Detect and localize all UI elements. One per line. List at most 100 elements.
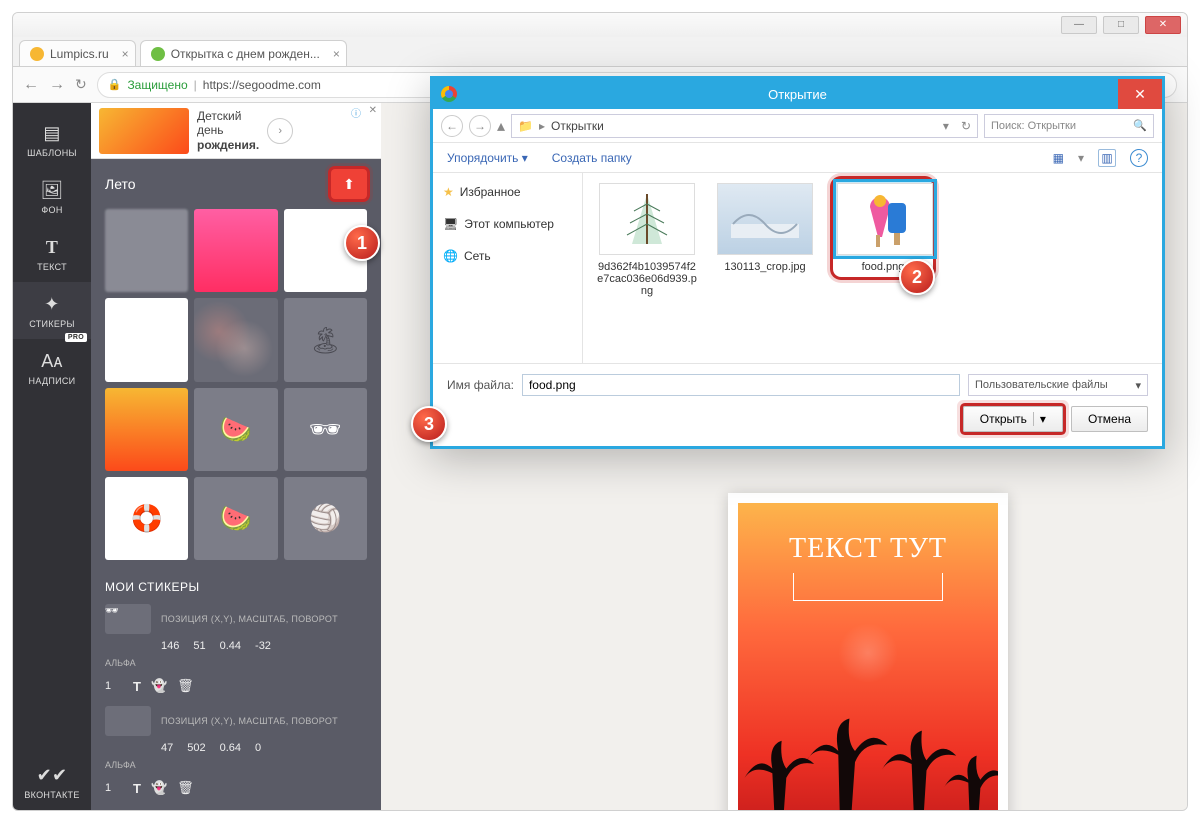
stickers-icon: ✦ [13, 294, 91, 315]
tool-delete-icon[interactable]: 🗑 [177, 780, 194, 796]
open-button[interactable]: Открыть ▾ [963, 406, 1063, 432]
sticker-thumb[interactable] [105, 209, 188, 292]
sticker-thumb[interactable]: 🍉 [194, 477, 277, 560]
templates-icon: ▤ [13, 123, 91, 144]
nav-vk[interactable]: ✔✔ ВКОНТАКТЕ [13, 753, 91, 810]
nav-label: НАДПИСИ [29, 376, 76, 386]
ad-close-icon[interactable]: ✕ [369, 105, 377, 116]
sticker-thumb[interactable] [105, 388, 188, 471]
dialog-path[interactable]: 📁 ▸ Открытки ▾ ↻ [511, 114, 978, 138]
os-maximize-button[interactable]: □ [1103, 16, 1139, 34]
cancel-button[interactable]: Отмена [1071, 406, 1148, 432]
tab-close-icon[interactable]: × [333, 47, 340, 61]
tree-favorites[interactable]: ★Избранное [439, 181, 576, 203]
back-button[interactable]: ← [23, 76, 39, 94]
dialog-up-button[interactable]: ▴ [497, 116, 505, 136]
filename-input[interactable] [522, 374, 960, 396]
instance-labels: ПОЗИЦИЯ (X,Y), МАСШТАБ, ПОВОРОТ [161, 614, 338, 624]
nav-label: ТЕКСТ [37, 262, 67, 272]
tab-close-icon[interactable]: × [122, 47, 129, 61]
dialog-search-input[interactable]: Поиск: Открытки 🔍 [984, 114, 1154, 138]
alpha-label: АЛЬФА [91, 654, 381, 678]
favicon-icon [151, 47, 165, 61]
dialog-back-button[interactable]: ← [441, 115, 463, 137]
ad-next-button[interactable]: › [267, 118, 293, 144]
tree-this-pc[interactable]: 🖥Этот компьютер [439, 213, 576, 235]
preview-pane-button[interactable]: ▥ [1098, 149, 1116, 167]
tree-network[interactable]: 🌐Сеть [439, 245, 576, 267]
folder-icon: 📁 [518, 119, 533, 133]
tool-delete-icon[interactable]: 🗑 [177, 678, 194, 694]
postcard-canvas[interactable]: ТЕКСТ ТУТ [728, 493, 1008, 811]
file-item[interactable]: 9d362f4b1039574f2e7cac036e06d939.png [597, 183, 697, 297]
view-mode-button[interactable]: ▦ [1053, 151, 1064, 165]
lock-icon: 🔒 [108, 78, 122, 91]
ad-banner[interactable]: ⓘ ✕ Детский день рождения. › [91, 103, 381, 159]
nav-text[interactable]: T ТЕКСТ [13, 225, 91, 282]
chevron-down-icon[interactable]: ▾ [943, 119, 949, 133]
instance-thumb: 🕶 [105, 604, 151, 634]
sticker-thumb[interactable]: 🏝 [284, 298, 367, 381]
sticker-thumb[interactable]: 🕶 [284, 388, 367, 471]
my-stickers-heading: МОИ СТИКЕРЫ [91, 570, 381, 600]
annotation-badge-1: 1 [344, 225, 380, 261]
sticker-thumb[interactable]: 🍉 [194, 388, 277, 471]
dialog-forward-button[interactable]: → [469, 115, 491, 137]
tool-ghost-icon[interactable]: 👻 [151, 678, 167, 694]
palms-illustration [738, 665, 998, 811]
sticker-instance-row[interactable]: 🕶 ПОЗИЦИЯ (X,Y), МАСШТАБ, ПОВОРОТ [91, 600, 381, 638]
alpha-value[interactable]: 1 [105, 782, 123, 794]
forward-button[interactable]: → [49, 76, 65, 94]
nav-label: ФОН [41, 205, 62, 215]
chevron-down-icon: ▾ [1135, 379, 1141, 392]
search-placeholder: Поиск: Открытки [991, 120, 1076, 132]
instance-values: 47 502 0.64 0 [91, 740, 381, 756]
tool-ghost-icon[interactable]: 👻 [151, 780, 167, 796]
tool-text-icon[interactable]: T [133, 679, 141, 694]
sticker-thumb[interactable] [194, 298, 277, 381]
instance-labels: ПОЗИЦИЯ (X,Y), МАСШТАБ, ПОВОРОТ [161, 716, 338, 726]
dialog-file-list[interactable]: 9d362f4b1039574f2e7cac036e06d939.png 130… [583, 173, 1162, 363]
browser-tab[interactable]: Открытка с днем рожден... × [140, 40, 347, 66]
reload-button[interactable]: ↻ [75, 76, 87, 93]
chrome-icon [441, 86, 457, 102]
tool-text-icon[interactable]: T [133, 781, 141, 796]
ad-info-icon[interactable]: ⓘ [351, 105, 361, 120]
nav-templates[interactable]: ▤ ШАБЛОНЫ [13, 111, 91, 168]
refresh-icon[interactable]: ↻ [961, 119, 971, 133]
sticker-thumb[interactable]: 🛟 [105, 477, 188, 560]
alpha-value[interactable]: 1 [105, 680, 123, 692]
file-filter-select[interactable]: Пользовательские файлы ▾ [968, 374, 1148, 396]
browser-tabstrip: Lumpics.ru × Открытка с днем рожден... × [13, 37, 1187, 67]
tab-title: Открытка с днем рожден... [171, 47, 320, 61]
help-icon[interactable]: ? [1130, 149, 1148, 167]
pro-badge: PRO [65, 333, 87, 342]
os-minimize-button[interactable]: — [1061, 16, 1097, 34]
upload-sticker-button[interactable]: ⬆ [331, 169, 367, 199]
sticker-grid: 🏝 🍉 🕶 🛟 🍉 🏐 [91, 209, 381, 570]
sticker-thumb[interactable]: 🏐 [284, 477, 367, 560]
canvas-text[interactable]: ТЕКСТ ТУТ [738, 533, 998, 565]
nav-stickers[interactable]: ✦ СТИКЕРЫ [13, 282, 91, 339]
nav-label: ШАБЛОНЫ [27, 148, 77, 158]
file-item[interactable]: 130113_crop.jpg [715, 183, 815, 273]
sticker-instance-row[interactable]: ПОЗИЦИЯ (X,Y), МАСШТАБ, ПОВОРОТ [91, 702, 381, 740]
breadcrumb: Открытки [551, 119, 604, 133]
browser-tab[interactable]: Lumpics.ru × [19, 40, 136, 66]
os-close-button[interactable]: ✕ [1145, 16, 1181, 34]
sticker-thumb[interactable] [194, 209, 277, 292]
nav-captions[interactable]: PRO Aᴀ НАДПИСИ [13, 339, 91, 396]
sticker-thumb[interactable] [105, 298, 188, 381]
organize-menu[interactable]: Упорядочить ▾ [447, 151, 528, 165]
new-folder-button[interactable]: Создать папку [552, 151, 632, 165]
nav-background[interactable]: 🖼 ФОН [13, 168, 91, 225]
dialog-close-button[interactable]: ✕ [1118, 79, 1162, 109]
secure-label: Защищено [127, 78, 187, 92]
dialog-tree: ★Избранное 🖥Этот компьютер 🌐Сеть [433, 173, 583, 363]
open-dropdown-icon[interactable]: ▾ [1033, 412, 1046, 426]
chevron-down-icon[interactable]: ▾ [1078, 151, 1084, 165]
search-icon: 🔍 [1133, 119, 1147, 132]
dialog-titlebar[interactable]: Открытие ✕ [433, 79, 1162, 109]
text-icon: T [13, 237, 91, 258]
file-name: 130113_crop.jpg [715, 261, 815, 273]
